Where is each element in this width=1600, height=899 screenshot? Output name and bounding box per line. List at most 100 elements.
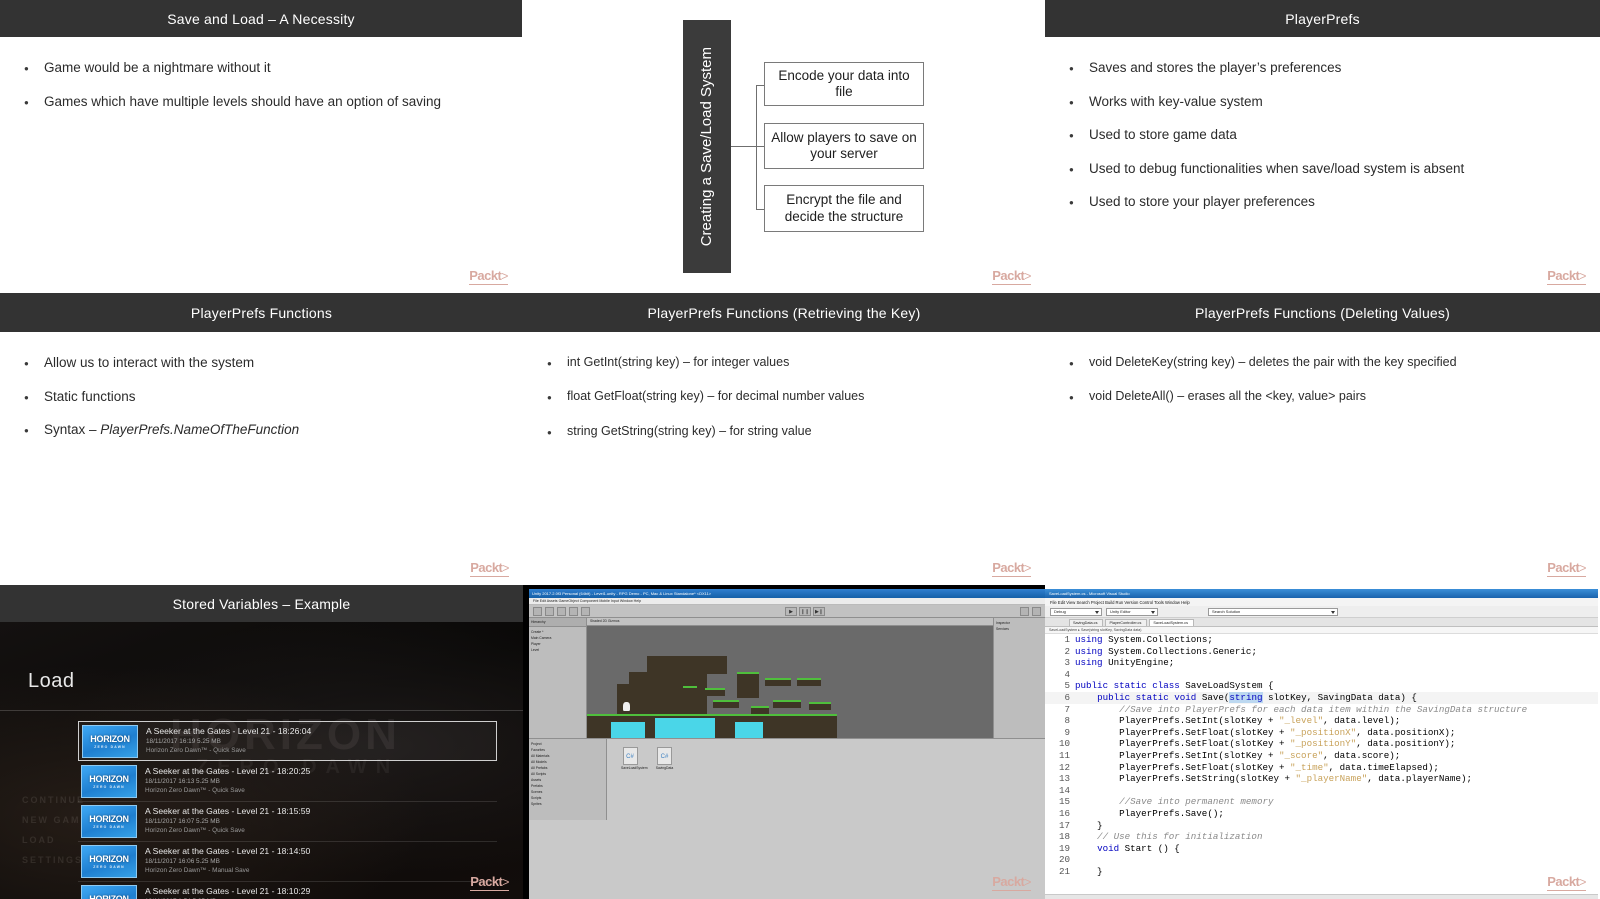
save-info: A Seeker at the Gates - Level 21 - 18:20…	[145, 765, 310, 795]
layout-dropdown[interactable]	[1032, 606, 1041, 616]
vs-toolbar: Debug Unity Editor Search Solution	[1045, 606, 1598, 618]
save-meta: 18/11/2017 16:13 5.25 MB	[145, 778, 220, 785]
save-thumbnail: HORIZON ZERO DAWN	[81, 805, 137, 838]
platform	[751, 706, 769, 714]
rect-tool-icon[interactable]	[581, 606, 590, 616]
layers-dropdown[interactable]	[1020, 606, 1029, 616]
save-thumbnail: HORIZON ZERO DAWN	[82, 725, 138, 758]
page-title: Save and Load – A Necessity	[167, 10, 355, 27]
line-number: 8	[1064, 715, 1070, 727]
inspector-item[interactable]: Services	[996, 626, 1043, 632]
vs-menu-bar[interactable]: File Edit View Search Project Build Run …	[1045, 598, 1598, 606]
search-input[interactable]: Search Solution	[1208, 607, 1338, 616]
packt-logo: Packt>	[992, 268, 1031, 285]
code-text: PlayerPrefs.Save();	[1075, 807, 1224, 819]
unity-hierarchy-panel[interactable]: Hierarchy Create * Main Camera Player Le…	[529, 618, 587, 738]
save-slot-row[interactable]: HORIZON ZERO DAWN A Seeker at the Gates …	[78, 842, 497, 882]
save-name: A Seeker at the Gates - Level 21 - 18:10…	[145, 886, 311, 896]
save-game-type: Horizon Zero Dawn™ - Quick Save	[145, 787, 245, 794]
platform	[773, 700, 801, 708]
code-line: 14	[1045, 785, 1598, 797]
scene-view-toolbar[interactable]: Shaded 2D Gizmos	[587, 618, 993, 626]
tab-savingdata[interactable]: SavingData.cs	[1069, 619, 1104, 626]
configuration-dropdown[interactable]: Debug	[1050, 607, 1102, 616]
line-number: 16	[1058, 807, 1070, 819]
slide-playerprefs-retrieving[interactable]: PlayerPrefs Functions (Retrieving the Ke…	[523, 293, 1045, 585]
packt-wordmark: Packt	[469, 268, 502, 283]
save-info: A Seeker at the Gates - Level 21 - 18:26…	[146, 725, 311, 755]
packt-logo: Packt>	[470, 874, 509, 891]
code-text: using System.Collections;	[1075, 634, 1213, 645]
vs-status-bar	[1045, 894, 1598, 899]
breadcrumb[interactable]: SaveLoadSystem ▸ Save(string slotKey, Sa…	[1045, 627, 1598, 634]
hierarchy-item[interactable]: Level	[531, 647, 584, 653]
save-name: A Seeker at the Gates - Level 21 - 18:20…	[145, 766, 311, 776]
target-dropdown[interactable]: Unity Editor	[1106, 607, 1158, 616]
packt-logo: Packt>	[1547, 560, 1586, 577]
unity-title-bar: Unity 2017.2.0f3 Personal (64bit) - Leve…	[529, 589, 1045, 598]
code-line: 3 using UnityEngine;	[1045, 657, 1598, 669]
slide-playerprefs-deleting[interactable]: PlayerPrefs Functions (Deleting Values) …	[1045, 293, 1600, 585]
slide-title-bar: PlayerPrefs Functions (Deleting Values)	[1045, 293, 1600, 332]
unity-window-title: Unity 2017.2.0f3 Personal (64bit) - Leve…	[532, 591, 712, 596]
move-tool-icon[interactable]	[545, 606, 554, 616]
list-item: Game would be a nightmare without it	[18, 59, 504, 78]
slide-body: Saves and stores the player’s preference…	[1045, 37, 1600, 212]
tab-playercontroller[interactable]: PlayerController.cs	[1105, 619, 1148, 626]
unity-project-panel[interactable]: Project Favorites All Materials All Mode…	[529, 738, 1045, 820]
packt-wordmark: Packt	[1547, 874, 1580, 889]
project-tree[interactable]: Project Favorites All Materials All Mode…	[529, 739, 607, 820]
unity-scene-view[interactable]: Shaded 2D Gizmos	[587, 618, 993, 738]
packt-chevron-icon: >	[1024, 561, 1031, 575]
line-number: 15	[1058, 796, 1070, 808]
save-name: A Seeker at the Gates - Level 21 - 18:15…	[145, 806, 311, 816]
slide-creating-save-load-system[interactable]: Creating a Save/Load System Encode your …	[523, 0, 1045, 293]
tab-saveloadsystem[interactable]: SaveLoadSystem.cs	[1149, 619, 1194, 626]
code-editor[interactable]: 1 using System.Collections; 2 using System…	[1045, 634, 1598, 899]
slide-visual-studio-code[interactable]: SaveLoadSystem.cs - Microsoft Visual Stu…	[1045, 585, 1600, 899]
hand-tool-icon[interactable]	[533, 606, 542, 616]
line-number: 9	[1064, 726, 1070, 738]
vs-window: SaveLoadSystem.cs - Microsoft Visual Stu…	[1045, 589, 1598, 899]
bullet-list: void DeleteKey(string key) – deletes the…	[1063, 354, 1582, 408]
vs-title-bar: SaveLoadSystem.cs - Microsoft Visual Stu…	[1045, 589, 1598, 598]
save-slot-row[interactable]: HORIZON ZERO DAWN A Seeker at the Gates …	[78, 721, 497, 761]
slide-playerprefs-functions[interactable]: PlayerPrefs Functions Allow us to intera…	[0, 293, 523, 585]
save-slot-row[interactable]: HORIZON ZERO DAWN A Seeker at the Gates …	[78, 762, 497, 802]
list-item: void DeleteKey(string key) – deletes the…	[1063, 354, 1582, 373]
project-asset-grid[interactable]: C# SaveLoadSystem C# SavingData	[607, 739, 1045, 820]
code-text: public static class SaveLoadSystem {	[1075, 680, 1274, 692]
slide-playerprefs[interactable]: PlayerPrefs Saves and stores the player’…	[1045, 0, 1600, 293]
thumbnail-title: HORIZON	[89, 894, 129, 899]
bullet-list: Allow us to interact with the system Sta…	[18, 354, 505, 440]
unity-menu-bar[interactable]: File Edit Assets GameObject Component Mo…	[529, 598, 1045, 605]
slide-stored-variables-example[interactable]: Stored Variables – Example HORIZON ZERO …	[0, 585, 523, 899]
slide-title-bar: Save and Load – A Necessity	[0, 0, 522, 37]
code-line: 2 using System.Collections.Generic;	[1045, 646, 1598, 658]
water-tile	[655, 718, 715, 738]
line-number: 12	[1058, 761, 1070, 773]
code-text: PlayerPrefs.SetString(slotKey + "_player…	[1075, 773, 1472, 785]
scale-tool-icon[interactable]	[569, 606, 578, 616]
scene-viewport[interactable]	[587, 626, 993, 738]
list-item: float GetFloat(string key) – for decimal…	[541, 388, 1027, 407]
unity-inspector-panel[interactable]: Inspector Services	[993, 618, 1045, 738]
asset-item[interactable]: C# SaveLoadSystem	[621, 747, 648, 770]
step-button[interactable]: ▶❙	[813, 606, 825, 616]
asset-item[interactable]: C# SavingData	[655, 747, 673, 770]
platform	[683, 686, 697, 694]
project-tree-item[interactable]: Sprites	[531, 801, 604, 807]
code-line: 20	[1045, 854, 1598, 866]
slide-save-and-load[interactable]: Save and Load – A Necessity Game would b…	[0, 0, 523, 293]
play-button[interactable]: ▶	[785, 606, 797, 616]
packt-logo: Packt>	[992, 560, 1031, 577]
save-slot-list: HORIZON ZERO DAWN A Seeker at the Gates …	[78, 721, 497, 899]
save-slot-row[interactable]: HORIZON ZERO DAWN A Seeker at the Gates …	[78, 882, 497, 899]
save-slot-row[interactable]: HORIZON ZERO DAWN A Seeker at the Gates …	[78, 802, 497, 842]
rotate-tool-icon[interactable]	[557, 606, 566, 616]
slide-unity-editor[interactable]: Unity 2017.2.0f3 Personal (64bit) - Leve…	[523, 585, 1045, 899]
diagram: Creating a Save/Load System Encode your …	[523, 0, 1045, 293]
code-text: PlayerPrefs.SetFloat(slotKey + "_time", …	[1075, 761, 1439, 773]
line-number: 11	[1058, 749, 1070, 761]
pause-button[interactable]: ❙❙	[799, 606, 811, 616]
